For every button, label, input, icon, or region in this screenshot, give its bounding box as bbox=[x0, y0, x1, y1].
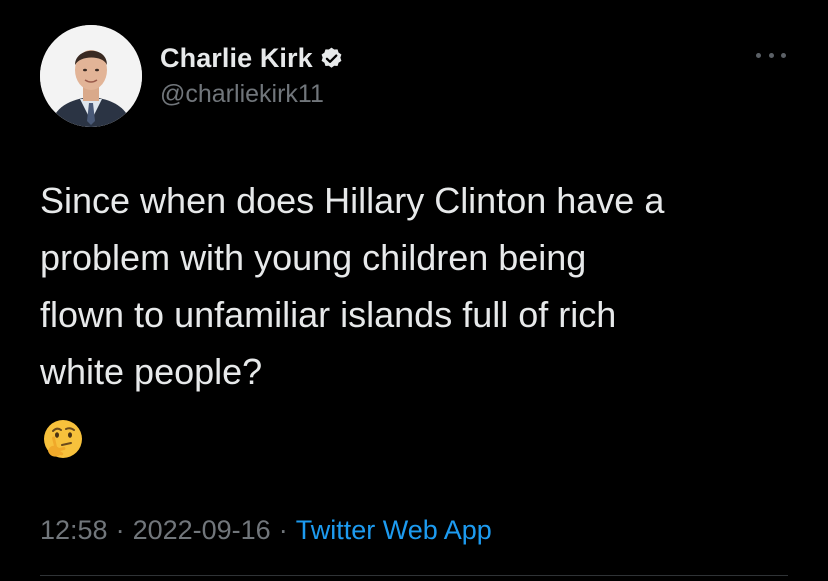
tweet-text: Since when does Hillary Clinton have a p… bbox=[40, 180, 665, 392]
author-block: Charlie Kirk @charliekirk11 bbox=[160, 42, 344, 109]
avatar[interactable] bbox=[40, 25, 142, 127]
more-dot bbox=[756, 52, 761, 58]
verified-badge-icon bbox=[319, 46, 344, 71]
more-dot bbox=[768, 52, 774, 58]
tweet-date[interactable]: 2022-09-16 bbox=[133, 515, 271, 546]
meta-separator: · bbox=[278, 515, 288, 545]
display-name[interactable]: Charlie Kirk bbox=[160, 43, 313, 74]
more-options-icon[interactable] bbox=[756, 48, 786, 62]
tweet-meta: 12:58 · 2022-09-16 · Twitter Web App bbox=[40, 515, 492, 546]
name-row: Charlie Kirk bbox=[160, 42, 344, 74]
more-dot bbox=[781, 52, 786, 58]
tweet-card: Charlie Kirk @charliekirk11 Since when d… bbox=[0, 0, 828, 581]
tweet-source-link[interactable]: Twitter Web App bbox=[296, 515, 492, 546]
meta-separator: · bbox=[115, 515, 125, 545]
handle[interactable]: @charliekirk11 bbox=[160, 80, 344, 109]
tweet-time[interactable]: 12:58 bbox=[40, 515, 108, 546]
thinking-face-icon bbox=[42, 418, 84, 460]
divider bbox=[40, 575, 788, 576]
